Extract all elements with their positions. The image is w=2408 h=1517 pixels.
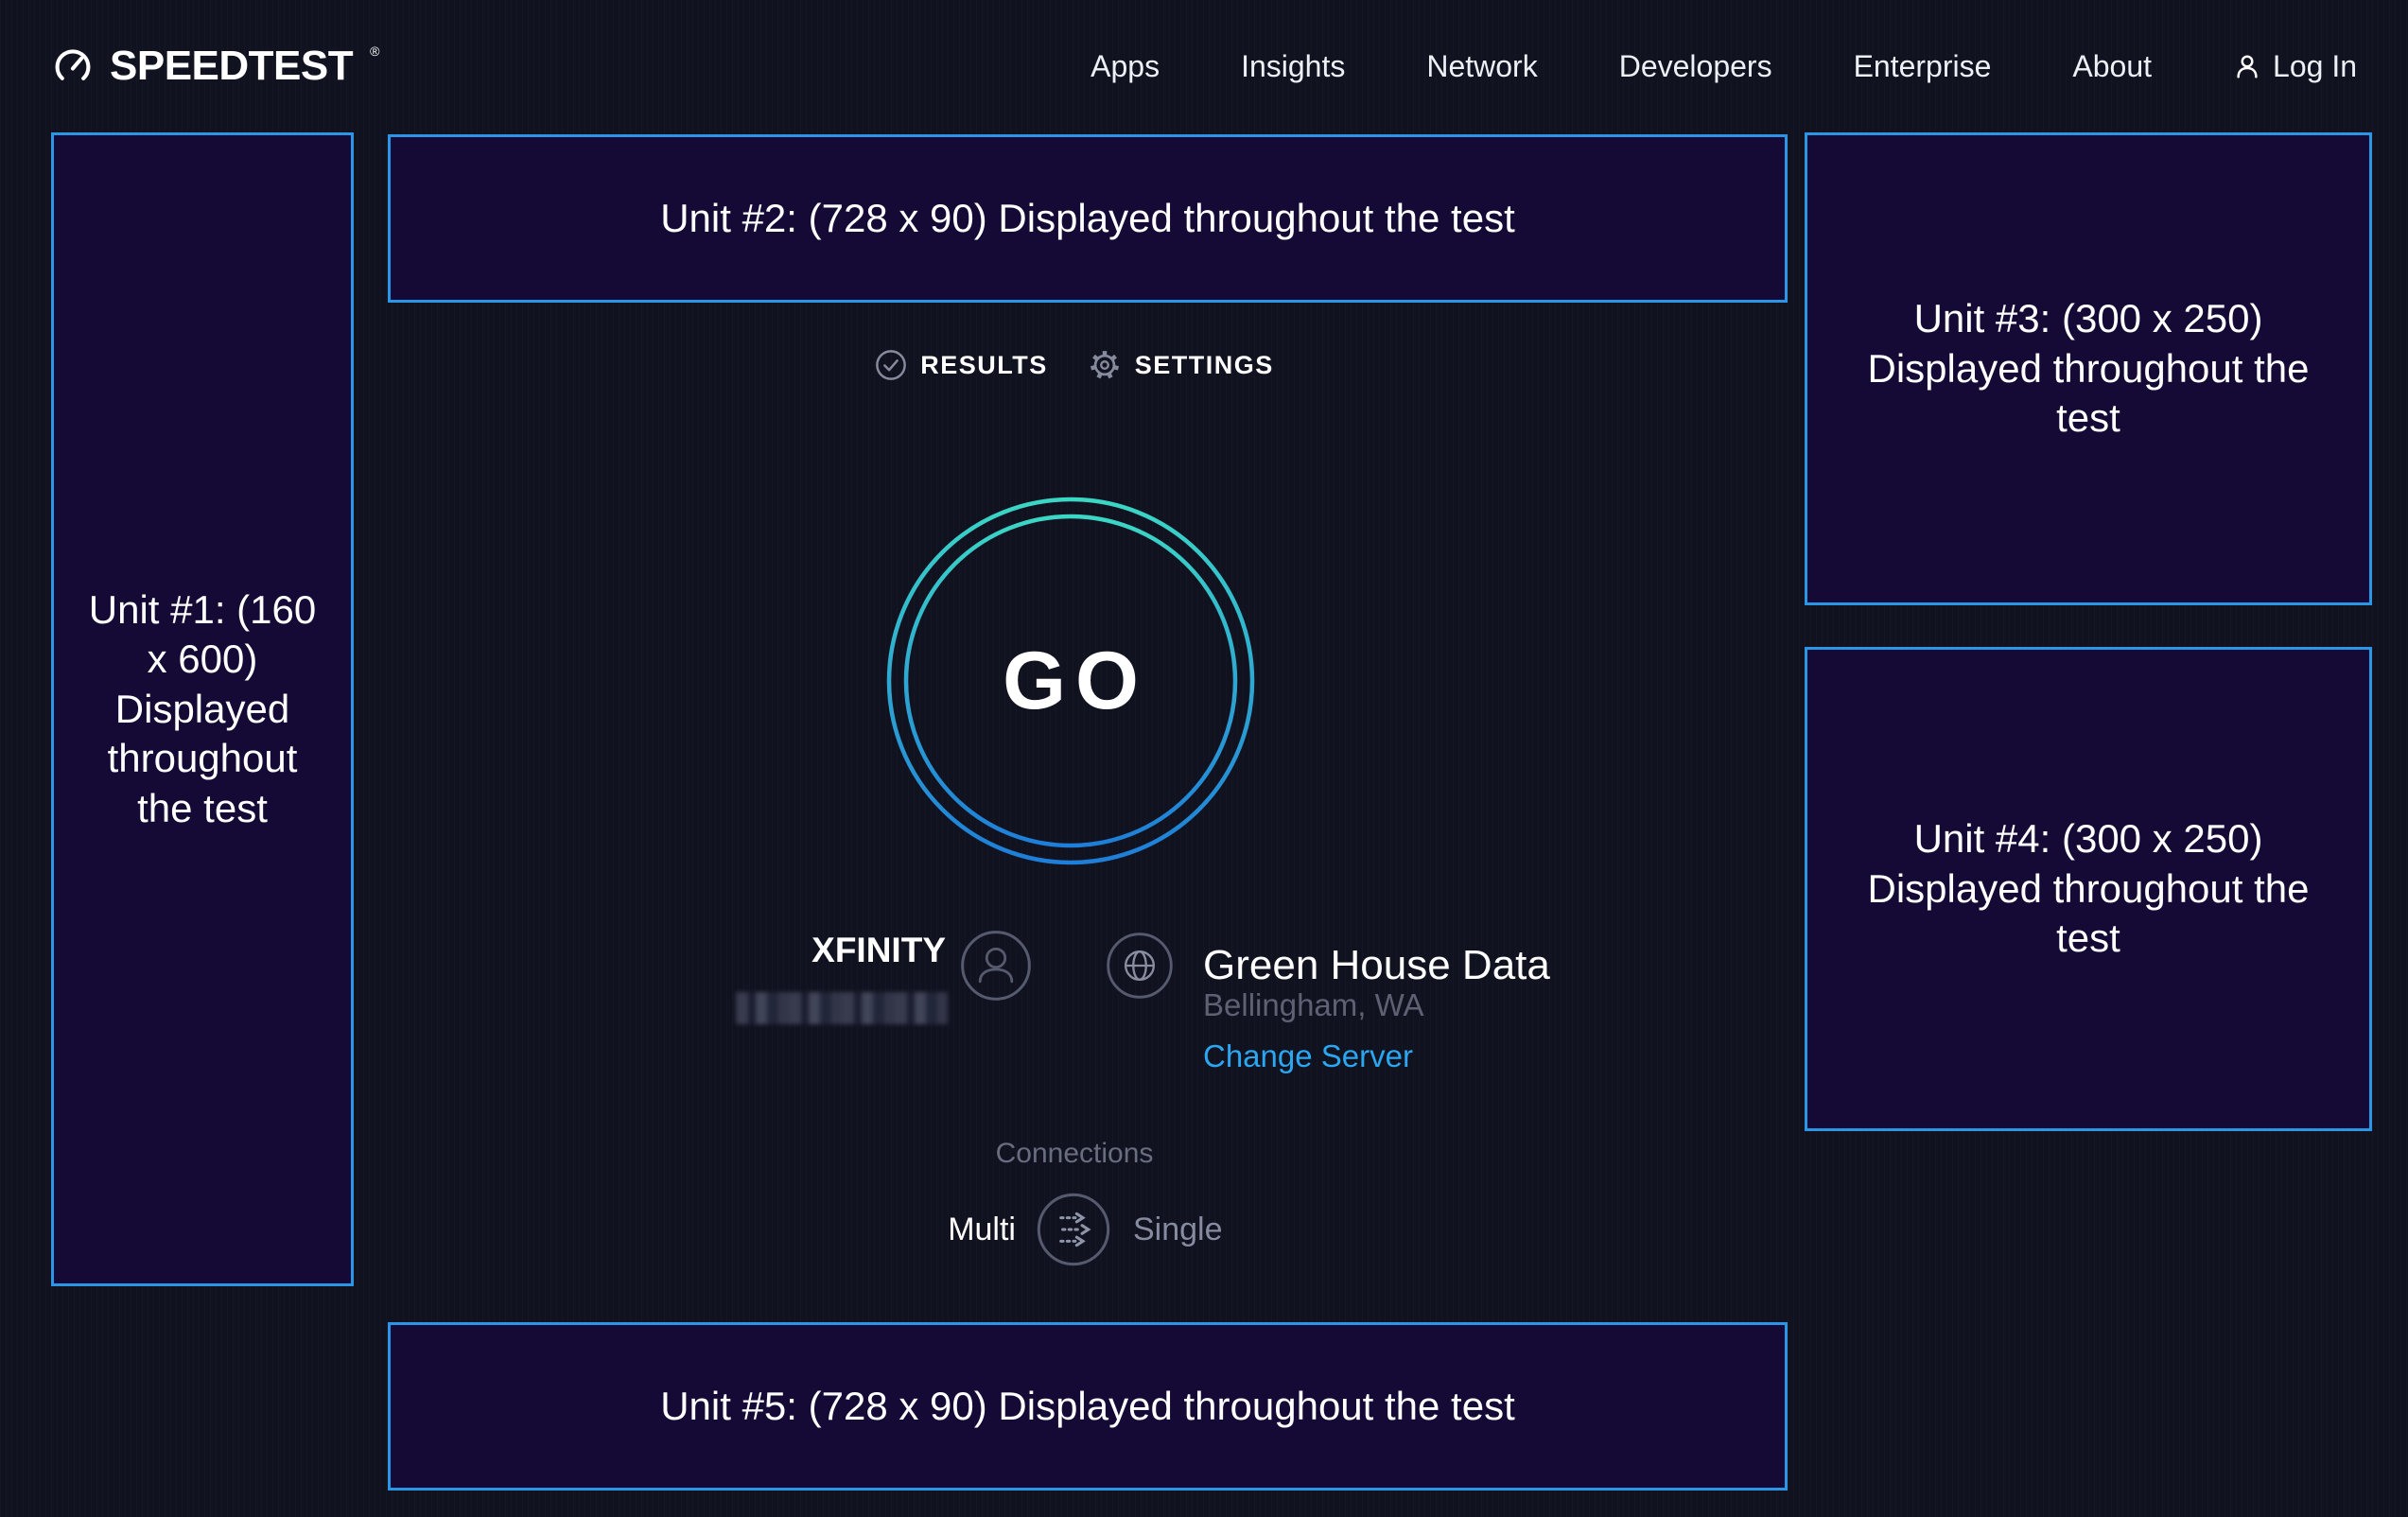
logo-trademark: ® [370,44,379,59]
globe-icon [1106,932,1174,1004]
connections-label: Connections [375,1138,1774,1170]
main-nav: Apps Insights Network Developers Enterpr… [1091,49,2357,84]
go-button[interactable]: GO [886,497,1255,865]
ad-unit-2[interactable]: Unit #2: (728 x 90) Displayed throughout… [388,134,1788,303]
connections-single-option[interactable]: Single [1133,1212,1223,1248]
isp-name: XFINITY [728,931,946,970]
ad-label: Unit #5: (728 x 90) Displayed throughout… [660,1382,1515,1432]
change-server-link[interactable]: Change Server [1203,1038,1413,1074]
ad-unit-1[interactable]: Unit #1: (160 x 600) Displayed throughou… [51,132,354,1286]
server-location: Bellingham, WA [1203,987,1424,1023]
ad-unit-3[interactable]: Unit #3: (300 x 250) Displayed throughou… [1805,132,2372,605]
top-nav: SPEEDTEST ® Apps Insights Network Develo… [0,0,2408,132]
connections-toggle-icon[interactable] [1036,1192,1111,1267]
ad-label: Unit #3: (300 x 250) Displayed throughou… [1861,294,2315,444]
logo-text: SPEEDTEST [110,43,353,90]
ad-unit-5[interactable]: Unit #5: (728 x 90) Displayed throughout… [388,1322,1788,1491]
tab-settings[interactable]: SETTINGS [1088,348,1274,382]
tabs-row: RESULTS SETTINGS [375,339,1774,392]
check-circle-icon [875,349,907,381]
user-avatar-icon [960,930,1032,1006]
ad-unit-4[interactable]: Unit #4: (300 x 250) Displayed throughou… [1805,647,2372,1131]
speedtest-logo[interactable]: SPEEDTEST ® [51,43,377,90]
connections-multi-option[interactable]: Multi [827,1212,1016,1248]
user-icon [2233,52,2261,80]
tab-results-label: RESULTS [920,351,1048,380]
nav-item-apps[interactable]: Apps [1091,49,1160,84]
tab-results[interactable]: RESULTS [875,349,1048,381]
ad-label: Unit #2: (728 x 90) Displayed throughout… [660,194,1515,244]
gauge-icon [51,44,95,88]
tab-settings-label: SETTINGS [1135,351,1274,380]
login-button[interactable]: Log In [2233,49,2357,84]
ip-address-redacted [736,992,948,1024]
nav-item-insights[interactable]: Insights [1241,49,1345,84]
nav-item-network[interactable]: Network [1426,49,1537,84]
nav-item-enterprise[interactable]: Enterprise [1854,49,1992,84]
go-label: GO [886,497,1255,865]
gear-icon [1088,348,1122,382]
nav-item-developers[interactable]: Developers [1619,49,1772,84]
ad-label: Unit #1: (160 x 600) Displayed throughou… [83,585,322,834]
ad-label: Unit #4: (300 x 250) Displayed throughou… [1861,814,2315,964]
nav-item-about[interactable]: About [2072,49,2152,84]
login-label: Log In [2273,49,2357,84]
speedtest-page: SPEEDTEST ® Apps Insights Network Develo… [0,0,2408,1517]
server-name: Green House Data [1203,942,1550,989]
